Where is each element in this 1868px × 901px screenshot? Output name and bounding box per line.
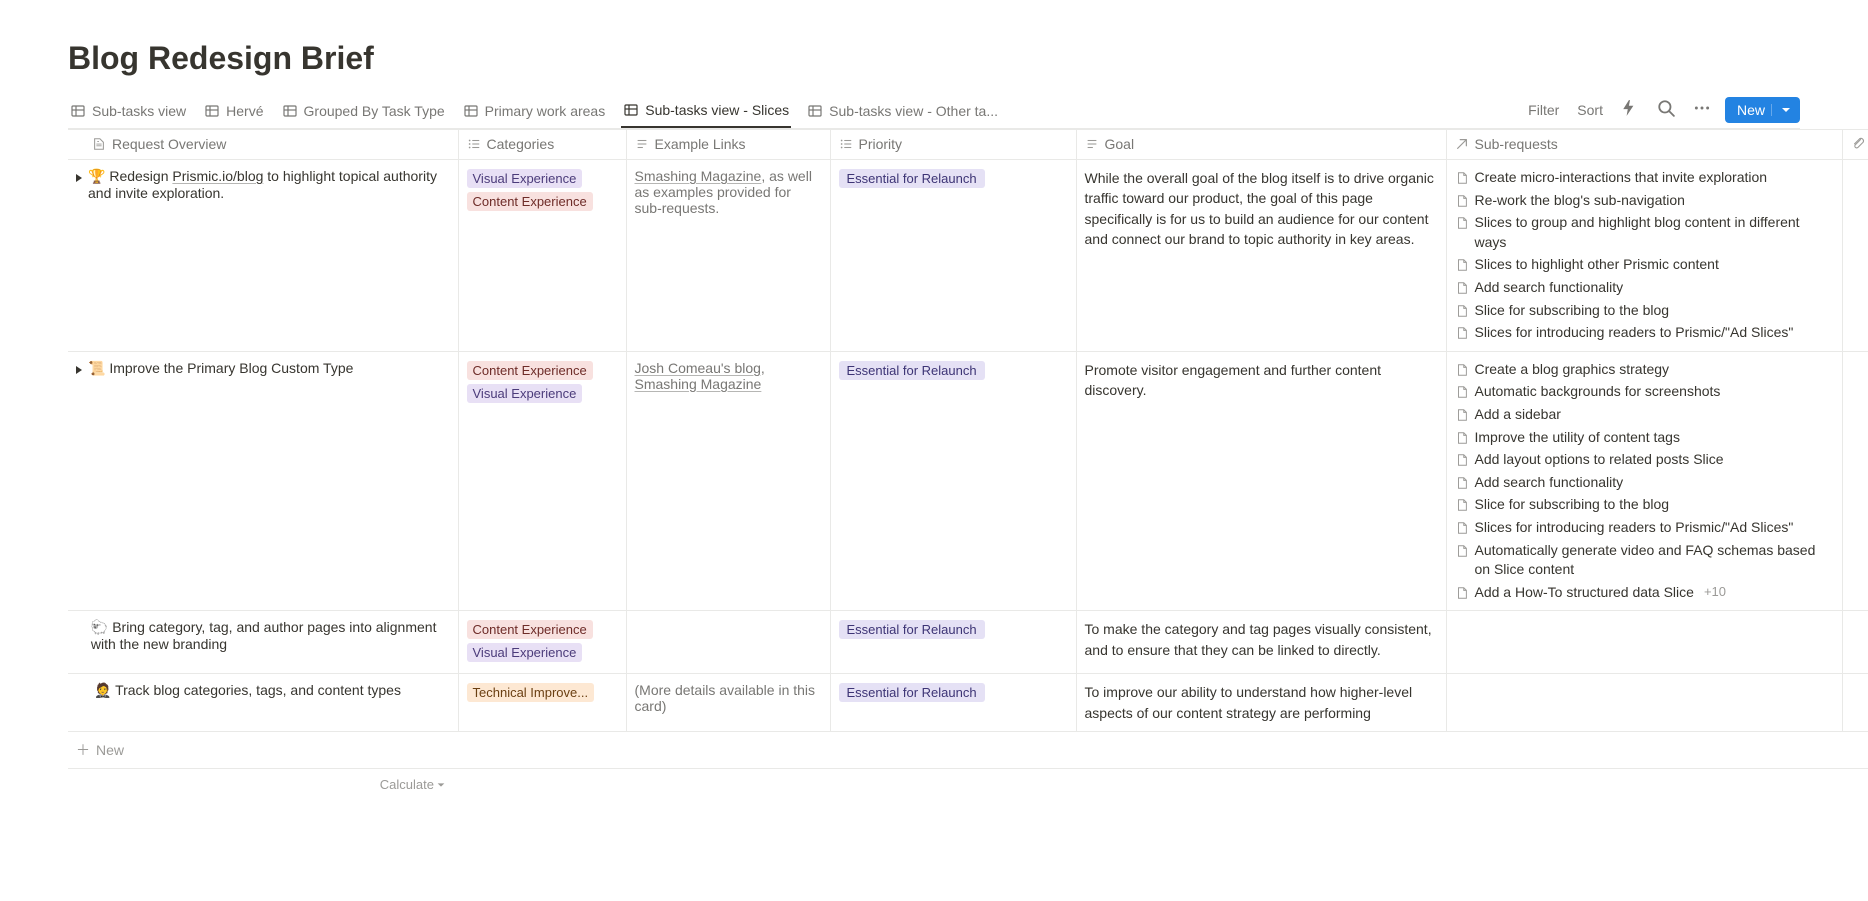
- view-tab[interactable]: Primary work areas: [461, 97, 608, 127]
- table-row[interactable]: 🐑 Bring category, tag, and author pages …: [68, 611, 1868, 674]
- view-tab[interactable]: Sub-tasks view: [68, 97, 188, 127]
- goal-cell: To improve our ability to understand how…: [1076, 674, 1446, 732]
- view-tab[interactable]: Sub-tasks view - Slices: [621, 96, 791, 128]
- sub-request-link[interactable]: Create a blog graphics strategy: [1455, 360, 1834, 380]
- row-title[interactable]: 📜 Improve the Primary Blog Custom Type: [88, 360, 353, 377]
- category-tag: Content Experience: [467, 192, 593, 211]
- col-priority[interactable]: Priority: [830, 130, 1076, 160]
- example-links-cell: [626, 611, 830, 674]
- page-title: Blog Redesign Brief: [68, 40, 1800, 77]
- sub-request-link[interactable]: Automatic backgrounds for screenshots: [1455, 382, 1834, 402]
- table-row[interactable]: 🤵 Track blog categories, tags, and conte…: [68, 674, 1868, 732]
- col-attachments[interactable]: [1842, 130, 1868, 160]
- automations-button[interactable]: [1617, 95, 1643, 124]
- col-example-links[interactable]: Example Links: [626, 130, 830, 160]
- col-request-overview[interactable]: Request Overview: [68, 130, 458, 160]
- priority-tag: Essential for Relaunch: [839, 620, 985, 639]
- category-tag: Visual Experience: [467, 384, 583, 403]
- database-table: Request Overview Categories Example Link…: [68, 129, 1868, 769]
- category-tag: Visual Experience: [467, 643, 583, 662]
- sub-request-link[interactable]: Add search functionality: [1455, 473, 1834, 493]
- table-row[interactable]: 🏆 Redesign Prismic.io/blog to highlight …: [68, 160, 1868, 352]
- priority-tag: Essential for Relaunch: [839, 361, 985, 380]
- sub-request-link[interactable]: Add search functionality: [1455, 278, 1834, 298]
- category-tag: Content Experience: [467, 361, 593, 380]
- row-title[interactable]: 🤵 Track blog categories, tags, and conte…: [94, 682, 401, 699]
- col-sub-requests[interactable]: Sub-requests: [1446, 130, 1842, 160]
- view-tab[interactable]: Hervé: [202, 97, 265, 127]
- example-links-cell: Smashing Magazine, as well as examples p…: [626, 160, 830, 352]
- add-view-button[interactable]: [1014, 108, 1022, 116]
- goal-cell: While the overall goal of the blog itsel…: [1076, 160, 1446, 352]
- priority-tag: Essential for Relaunch: [839, 169, 985, 188]
- sub-request-link[interactable]: Improve the utility of content tags: [1455, 428, 1834, 448]
- col-goal[interactable]: Goal: [1076, 130, 1446, 160]
- sub-request-link[interactable]: Add layout options to related posts Slic…: [1455, 450, 1834, 470]
- sub-request-link[interactable]: Create micro-interactions that invite ex…: [1455, 168, 1834, 188]
- new-button[interactable]: New: [1725, 97, 1800, 123]
- goal-cell: Promote visitor engagement and further c…: [1076, 351, 1446, 611]
- priority-tag: Essential for Relaunch: [839, 683, 985, 702]
- more-button[interactable]: [1689, 95, 1715, 124]
- search-button[interactable]: [1653, 95, 1679, 124]
- more-count[interactable]: +10: [1704, 583, 1726, 601]
- sub-request-link[interactable]: Re-work the blog's sub-navigation: [1455, 191, 1834, 211]
- category-tag: Technical Improve...: [467, 683, 595, 702]
- table-row[interactable]: 📜 Improve the Primary Blog Custom Type Co…: [68, 351, 1868, 611]
- view-tabs: Sub-tasks view Hervé Grouped By Task Type P…: [68, 95, 1800, 129]
- example-links-cell: (More details available in this card): [626, 674, 830, 732]
- view-tab[interactable]: Sub-tasks view - Other ta...: [805, 97, 1000, 127]
- col-categories[interactable]: Categories: [458, 130, 626, 160]
- sub-request-link[interactable]: Slice for subscribing to the blog: [1455, 301, 1834, 321]
- new-row-button[interactable]: ＋New: [68, 731, 1868, 768]
- sub-request-link[interactable]: Slices for introducing readers to Prismi…: [1455, 518, 1834, 538]
- new-button-label: New: [1737, 102, 1765, 118]
- sub-request-link[interactable]: Automatically generate video and FAQ sch…: [1455, 541, 1834, 580]
- goal-cell: To make the category and tag pages visua…: [1076, 611, 1446, 674]
- sub-request-link[interactable]: Slices to highlight other Prismic conten…: [1455, 255, 1834, 275]
- expand-toggle[interactable]: [76, 366, 82, 374]
- calculate-button[interactable]: Calculate: [68, 769, 456, 792]
- sub-request-link[interactable]: Slices for introducing readers to Prismi…: [1455, 323, 1834, 343]
- sub-request-link[interactable]: Add a How-To structured data Slice+10: [1455, 583, 1834, 603]
- category-tag: Visual Experience: [467, 169, 583, 188]
- sub-request-link[interactable]: Slice for subscribing to the blog: [1455, 495, 1834, 515]
- row-title[interactable]: 🏆 Redesign Prismic.io/blog to highlight …: [88, 168, 450, 201]
- sub-request-link[interactable]: Slices to group and highlight blog conte…: [1455, 213, 1834, 252]
- example-links-cell: Josh Comeau's blog, Smashing Magazine: [626, 351, 830, 611]
- filter-button[interactable]: Filter: [1524, 98, 1563, 122]
- view-tab[interactable]: Grouped By Task Type: [280, 97, 447, 127]
- expand-toggle[interactable]: [76, 174, 82, 182]
- category-tag: Content Experience: [467, 620, 593, 639]
- sub-request-link[interactable]: Add a sidebar: [1455, 405, 1834, 425]
- new-button-dropdown[interactable]: [1771, 104, 1792, 116]
- sort-button[interactable]: Sort: [1573, 98, 1607, 122]
- row-title[interactable]: 🐑 Bring category, tag, and author pages …: [91, 619, 450, 652]
